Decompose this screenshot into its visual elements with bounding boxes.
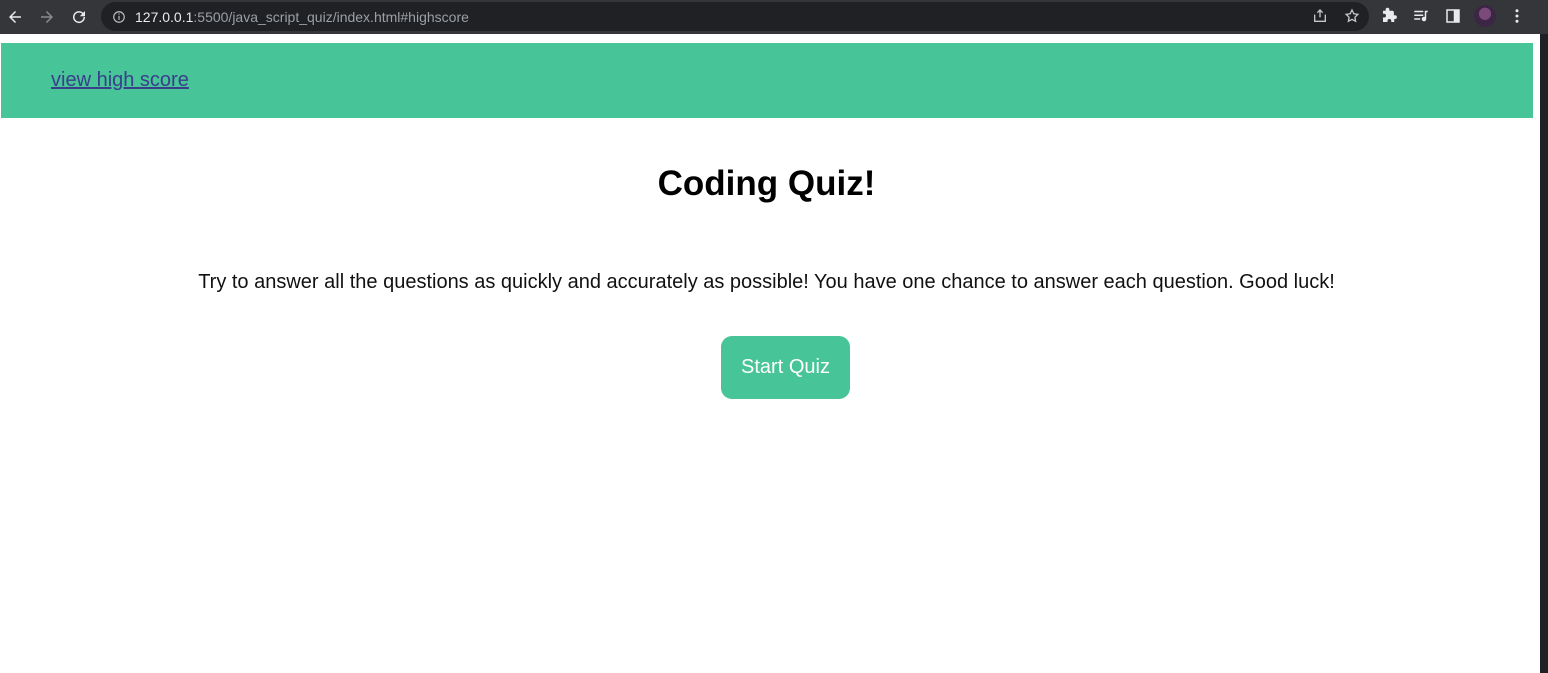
toolbar-divider xyxy=(0,34,1548,43)
avatar[interactable] xyxy=(1474,5,1496,27)
share-icon[interactable] xyxy=(1311,7,1329,25)
start-quiz-button[interactable]: Start Quiz xyxy=(721,336,850,399)
media-queue-icon[interactable] xyxy=(1410,4,1432,28)
page-header: view high score xyxy=(1,43,1533,118)
back-arrow-icon[interactable] xyxy=(0,2,30,32)
browser-toolbar: 127.0.0.1:5500/java_script_quiz/index.ht… xyxy=(0,0,1548,34)
view-high-score-link[interactable]: view high score xyxy=(51,69,189,92)
url-host: 127.0.0.1 xyxy=(135,8,194,25)
forward-arrow-icon[interactable] xyxy=(32,2,62,32)
url-path: :5500/java_script_quiz/index.html#highsc… xyxy=(193,8,469,25)
more-vert-icon[interactable] xyxy=(1506,4,1528,28)
reload-icon[interactable] xyxy=(64,2,94,32)
side-panel-icon[interactable] xyxy=(1442,4,1464,28)
url-text[interactable]: 127.0.0.1:5500/java_script_quiz/index.ht… xyxy=(135,9,469,25)
info-icon[interactable] xyxy=(111,9,127,25)
address-bar[interactable]: 127.0.0.1:5500/java_script_quiz/index.ht… xyxy=(101,2,1369,31)
quiz-description: Try to answer all the questions as quick… xyxy=(198,271,1335,293)
devtools-edge xyxy=(1540,34,1548,673)
puzzle-icon[interactable] xyxy=(1378,4,1400,28)
page-title: Coding Quiz! xyxy=(657,164,876,203)
star-icon[interactable] xyxy=(1343,7,1361,25)
